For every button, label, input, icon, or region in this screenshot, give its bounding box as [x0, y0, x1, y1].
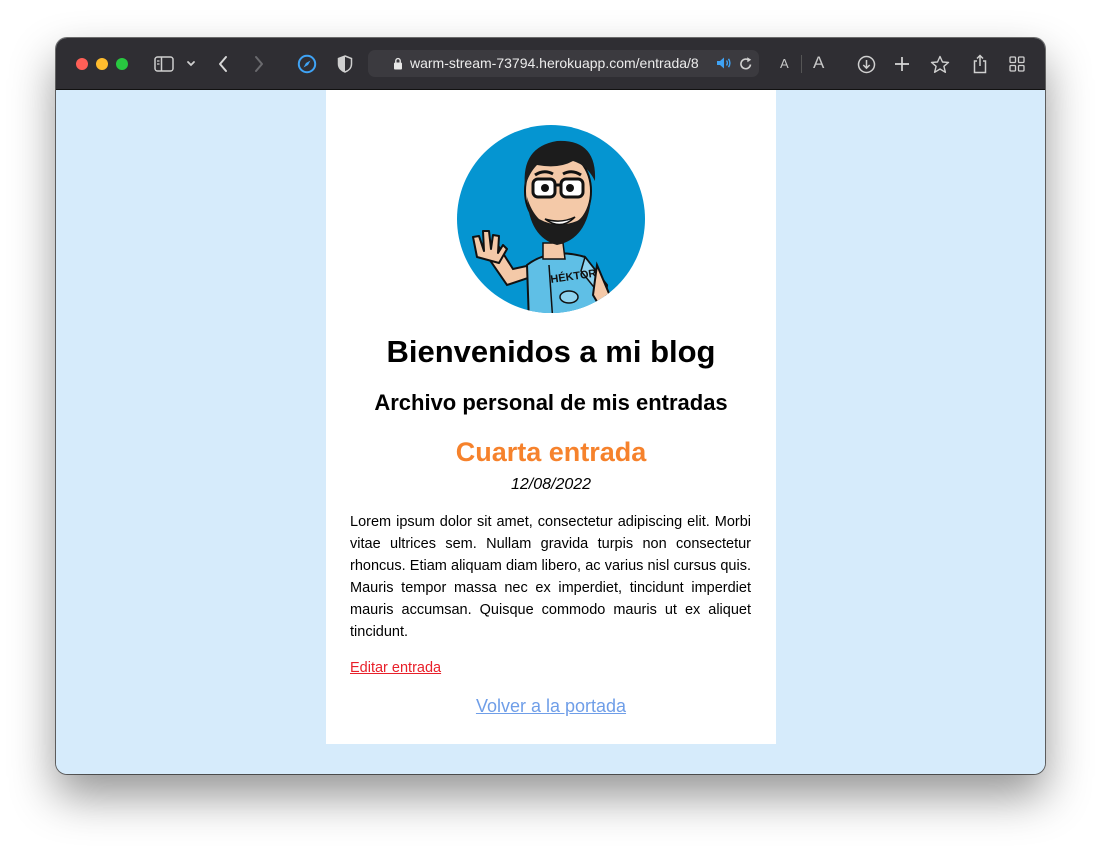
decrease-font-button[interactable]: A: [780, 56, 789, 71]
speaker-icon[interactable]: [716, 55, 732, 71]
star-icon[interactable]: [930, 52, 950, 76]
post-date: 12/08/2022: [510, 476, 592, 493]
reload-icon[interactable]: [738, 55, 754, 71]
blog-title: Bienvenidos a mi blog: [386, 334, 716, 369]
address-url: warm-stream-73794.herokuapp.com/entrada/…: [410, 55, 699, 71]
avatar: HÉKTOR: [457, 125, 645, 313]
post-title: Cuarta entrada: [455, 437, 647, 467]
download-icon[interactable]: [856, 52, 876, 76]
sidebar-icon[interactable]: [153, 52, 175, 76]
browser-toolbar: warm-stream-73794.herokuapp.com/entrada/…: [56, 38, 1045, 90]
zoom-window-button[interactable]: [116, 58, 128, 70]
toolbar-separator: [801, 55, 802, 73]
blog-subtitle: Archivo personal de mis entradas: [374, 390, 728, 415]
edit-post-link[interactable]: Editar entrada: [350, 660, 441, 676]
page-viewport: HÉKTOR Bienvenidos a mi blog Archivo per…: [56, 90, 1045, 774]
blog-card: HÉKTOR Bienvenidos a mi blog Archivo per…: [326, 90, 776, 744]
shield-icon[interactable]: [336, 52, 354, 76]
back-icon[interactable]: [216, 52, 230, 76]
post-body: Lorem ipsum dolor sit amet, consectetur …: [350, 514, 751, 640]
plus-icon[interactable]: [893, 52, 911, 76]
lock-icon: [393, 56, 403, 70]
browser-window: warm-stream-73794.herokuapp.com/entrada/…: [56, 38, 1045, 774]
address-bar[interactable]: warm-stream-73794.herokuapp.com/entrada/…: [368, 50, 759, 77]
close-window-button[interactable]: [76, 58, 88, 70]
chevron-down-icon[interactable]: [185, 52, 197, 76]
compass-icon[interactable]: [296, 52, 318, 76]
forward-icon[interactable]: [252, 52, 266, 76]
tabs-grid-icon[interactable]: [1008, 52, 1026, 76]
share-icon[interactable]: [971, 52, 989, 76]
back-to-home-link[interactable]: Volver a la portada: [326, 696, 776, 717]
increase-font-button[interactable]: A: [813, 53, 824, 73]
minimize-window-button[interactable]: [96, 58, 108, 70]
